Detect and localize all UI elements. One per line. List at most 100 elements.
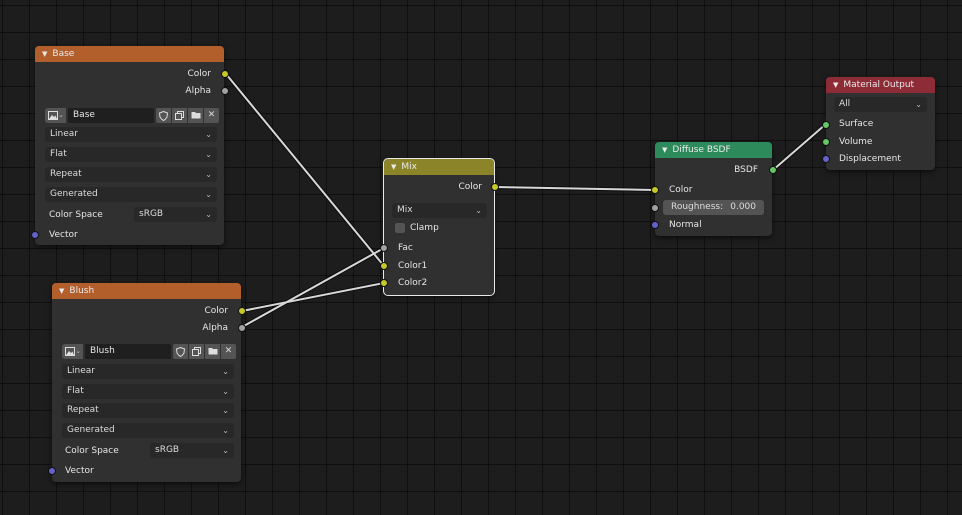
color-space-value: sRGB bbox=[155, 445, 180, 455]
chevron-down-icon: ⌄ bbox=[222, 406, 229, 415]
projection-value: Flat bbox=[67, 386, 84, 396]
chevron-down-icon: ⌄ bbox=[205, 150, 212, 159]
fake-user-button[interactable] bbox=[173, 344, 188, 359]
chevron-down-icon: ⌄ bbox=[75, 347, 81, 355]
node-editor-canvas[interactable]: ▼ Base Color Alpha ⌄ Base ✕ Linear ⌄ Fla… bbox=[0, 0, 962, 515]
color-space-label: Color Space bbox=[65, 446, 119, 456]
image-selector: ⌄ Base ✕ bbox=[45, 108, 219, 124]
node-header[interactable]: ▼ Mix bbox=[384, 159, 494, 175]
extension-dropdown[interactable]: Repeat ⌄ bbox=[45, 167, 217, 182]
input-vector-socket[interactable] bbox=[48, 467, 56, 475]
node-header[interactable]: ▼ Material Output bbox=[826, 77, 935, 93]
interpolation-value: Linear bbox=[67, 366, 95, 376]
output-alpha-socket[interactable] bbox=[221, 87, 229, 95]
chevron-down-icon: ⌄ bbox=[222, 387, 229, 396]
clamp-checkbox[interactable] bbox=[395, 223, 405, 233]
input-roughness-socket[interactable] bbox=[651, 204, 659, 212]
input-normal-socket[interactable] bbox=[651, 221, 659, 229]
input-surface-label: Surface bbox=[839, 119, 874, 129]
input-surface-socket[interactable] bbox=[822, 121, 830, 129]
output-color-socket[interactable] bbox=[221, 70, 229, 78]
image-browse-button[interactable]: ⌄ bbox=[62, 344, 83, 359]
unlink-image-button[interactable]: ✕ bbox=[221, 344, 236, 359]
open-image-button[interactable] bbox=[188, 108, 203, 123]
image-name-field[interactable]: Blush bbox=[85, 344, 171, 359]
color-space-dropdown[interactable]: sRGB ⌄ bbox=[150, 443, 234, 458]
input-vector-socket[interactable] bbox=[31, 231, 39, 239]
interpolation-dropdown[interactable]: Linear ⌄ bbox=[62, 364, 234, 379]
image-name-field[interactable]: Base bbox=[68, 108, 154, 123]
link-diffuse-bsdf-to-output-surface[interactable] bbox=[772, 123, 827, 171]
input-color2-socket[interactable] bbox=[380, 279, 388, 287]
image-browse-button[interactable]: ⌄ bbox=[45, 108, 66, 123]
open-image-button[interactable] bbox=[205, 344, 220, 359]
node-header[interactable]: ▼ Diffuse BSDF bbox=[655, 142, 772, 158]
link-mix-color-to-diffuse-color[interactable] bbox=[494, 186, 656, 191]
output-bsdf-socket[interactable] bbox=[769, 166, 777, 174]
blend-type-dropdown[interactable]: Mix ⌄ bbox=[392, 203, 487, 218]
extension-value: Repeat bbox=[67, 405, 99, 415]
triangle-down-icon[interactable]: ▼ bbox=[42, 46, 47, 62]
input-vector-label: Vector bbox=[49, 230, 78, 240]
input-displacement-socket[interactable] bbox=[822, 155, 830, 163]
image-texture-node-blush[interactable]: ▼ Blush Color Alpha ⌄ Blush ✕ Linear ⌄ F… bbox=[48, 283, 246, 482]
unlink-image-button[interactable]: ✕ bbox=[204, 108, 219, 123]
triangle-down-icon[interactable]: ▼ bbox=[662, 142, 667, 158]
input-fac-socket[interactable] bbox=[380, 244, 388, 252]
triangle-down-icon[interactable]: ▼ bbox=[833, 77, 838, 93]
triangle-down-icon[interactable]: ▼ bbox=[391, 159, 396, 175]
input-fac-label: Fac bbox=[398, 243, 413, 253]
duplicate-image-button[interactable] bbox=[172, 108, 187, 123]
duplicate-icon bbox=[175, 111, 184, 120]
link-base-color-to-mix-color1[interactable] bbox=[225, 73, 385, 267]
diffuse-bsdf-node[interactable]: ▼ Diffuse BSDF BSDF Color Roughness: 0.00… bbox=[651, 142, 777, 236]
blend-type-value: Mix bbox=[397, 205, 413, 215]
output-alpha-socket[interactable] bbox=[238, 324, 246, 332]
chevron-down-icon: ⌄ bbox=[475, 206, 482, 215]
duplicate-icon bbox=[192, 347, 201, 356]
node-title: Mix bbox=[401, 162, 417, 172]
color-space-dropdown[interactable]: sRGB ⌄ bbox=[134, 207, 217, 222]
chevron-down-icon: ⌄ bbox=[205, 130, 212, 139]
mix-rgb-node[interactable]: ▼ Mix Color Mix ⌄ Clamp Fac Color1 Color2 bbox=[380, 158, 499, 296]
output-color-socket[interactable] bbox=[491, 183, 499, 191]
target-value: All bbox=[839, 99, 851, 109]
folder-icon bbox=[208, 348, 218, 355]
source-dropdown[interactable]: Generated ⌄ bbox=[45, 187, 217, 202]
projection-dropdown[interactable]: Flat ⌄ bbox=[62, 384, 234, 399]
input-color-socket[interactable] bbox=[651, 186, 659, 194]
folder-icon bbox=[191, 112, 201, 119]
input-color1-socket[interactable] bbox=[380, 262, 388, 270]
triangle-down-icon[interactable]: ▼ bbox=[59, 283, 64, 299]
extension-value: Repeat bbox=[50, 169, 82, 179]
node-header[interactable]: ▼ Blush bbox=[52, 283, 241, 299]
input-color2-label: Color2 bbox=[398, 278, 428, 288]
shield-icon bbox=[176, 347, 185, 357]
chevron-down-icon: ⌄ bbox=[205, 210, 212, 219]
interpolation-value: Linear bbox=[50, 129, 78, 139]
output-color-socket[interactable] bbox=[238, 307, 246, 315]
material-output-node[interactable]: ▼ Material Output All ⌄ Surface Volume Dis… bbox=[822, 77, 935, 170]
node-header[interactable]: ▼ Base bbox=[35, 46, 224, 62]
link-blush-alpha-to-mix-fac[interactable] bbox=[241, 247, 385, 328]
roughness-label: Roughness: bbox=[671, 202, 724, 212]
extension-dropdown[interactable]: Repeat ⌄ bbox=[62, 403, 234, 418]
chevron-down-icon: ⌄ bbox=[222, 367, 229, 376]
target-dropdown[interactable]: All ⌄ bbox=[834, 97, 927, 112]
clamp-label: Clamp bbox=[410, 223, 439, 233]
chevron-down-icon: ⌄ bbox=[222, 426, 229, 435]
roughness-field[interactable]: Roughness: 0.000 bbox=[663, 200, 764, 215]
shield-icon bbox=[159, 111, 168, 121]
duplicate-image-button[interactable] bbox=[189, 344, 204, 359]
source-dropdown[interactable]: Generated ⌄ bbox=[62, 423, 234, 438]
interpolation-dropdown[interactable]: Linear ⌄ bbox=[45, 127, 217, 142]
fake-user-button[interactable] bbox=[156, 108, 171, 123]
image-texture-node-base[interactable]: ▼ Base Color Alpha ⌄ Base ✕ Linear ⌄ Fla… bbox=[31, 46, 229, 245]
input-volume-socket[interactable] bbox=[822, 138, 830, 146]
input-normal-label: Normal bbox=[669, 220, 702, 230]
output-alpha-label: Alpha bbox=[202, 323, 228, 333]
close-icon: ✕ bbox=[224, 346, 233, 356]
link-blush-color-to-mix-color2[interactable] bbox=[241, 282, 385, 312]
projection-dropdown[interactable]: Flat ⌄ bbox=[45, 147, 217, 162]
image-selector: ⌄ Blush ✕ bbox=[62, 344, 236, 360]
